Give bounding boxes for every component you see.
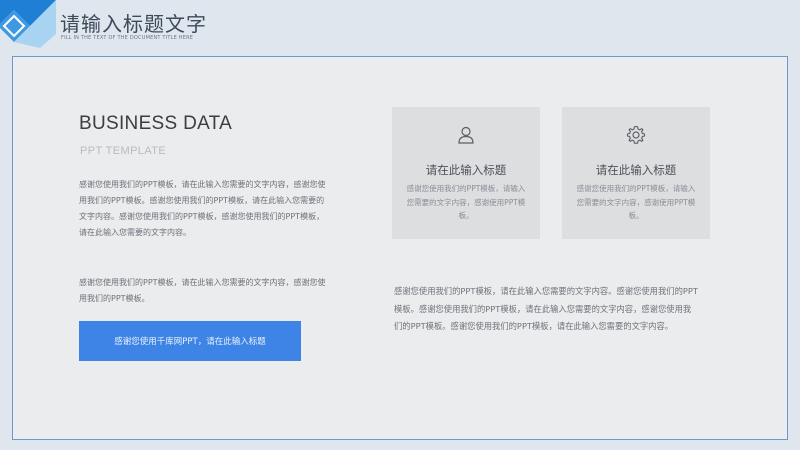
body-paragraph-1: 感谢您使用我们的PPT模板，请在此输入您需要的文字内容，感谢您使用我们的PPT模… <box>79 180 326 237</box>
section-heading: BUSINESS DATA <box>79 113 233 134</box>
page-title: 请输入标题文字 <box>60 12 207 36</box>
feature-title: 请在此输入标题 <box>425 163 507 177</box>
gear-icon <box>626 125 646 144</box>
feature-description: 感谢您使用我们的PPT模板，请输入您需要的文字内容，感谢使用PPT模板。 <box>406 184 526 220</box>
feature-card-user: 请在此输入标题 感谢您使用我们的PPT模板，请输入您需要的文字内容，感谢使用PP… <box>392 107 540 239</box>
content-card: BUSINESS DATA PPT TEMPLATE 感谢您使用我们的PPT模板… <box>12 56 788 440</box>
page-subtitle: FILL IN THE TEXT OF THE DOCUMENT TITLE H… <box>61 35 194 41</box>
feature-title: 请在此输入标题 <box>595 163 677 177</box>
logo-diamond-icon <box>0 0 56 48</box>
body-paragraph-2: 感谢您使用我们的PPT模板，请在此输入您需要的文字内容，感谢您使用我们的PPT模… <box>79 278 326 303</box>
section-subheading: PPT TEMPLATE <box>80 145 167 157</box>
user-icon <box>458 126 474 144</box>
feature-card-settings: 请在此输入标题 感谢您使用我们的PPT模板，请输入您需要的文字内容，感谢使用PP… <box>562 107 710 239</box>
body-paragraph-right: 感谢您使用我们的PPT模板，请在此输入您需要的文字内容。感谢您使用我们的PPT模… <box>394 286 698 331</box>
cta-button[interactable]: 感谢您使用千库网PPT，请在此输入标题 <box>79 321 301 361</box>
feature-description: 感谢您使用我们的PPT模板，请输入您需要的文字内容，感谢使用PPT模板。 <box>576 184 696 220</box>
